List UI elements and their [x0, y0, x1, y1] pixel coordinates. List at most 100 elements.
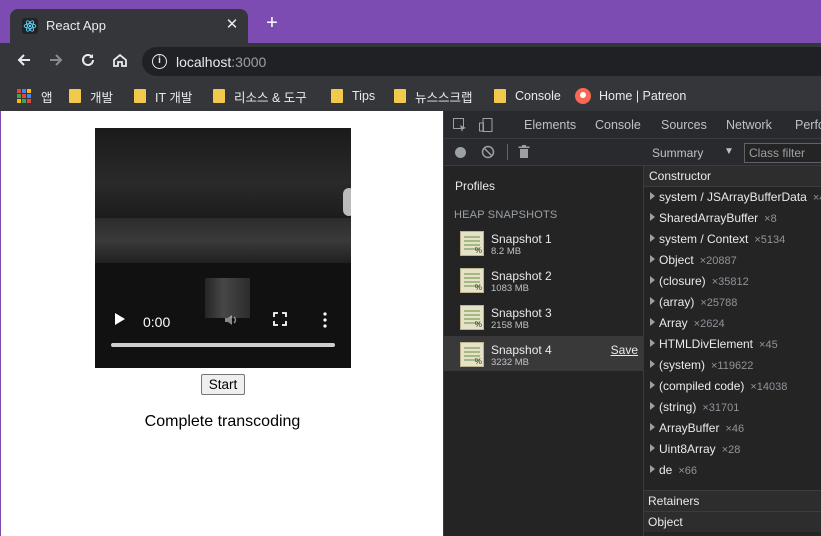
bookmark-folder[interactable]: 리소스 & 도구 — [213, 86, 307, 106]
expand-arrow-icon[interactable] — [650, 192, 655, 200]
constructor-row[interactable]: system / Context ×5134 — [644, 229, 821, 250]
constructor-row[interactable]: de ×66 — [644, 460, 821, 481]
start-button[interactable]: Start — [201, 374, 245, 395]
constructor-row[interactable]: Array ×2624 — [644, 313, 821, 334]
snapshot-icon: % — [460, 342, 484, 367]
expand-arrow-icon[interactable] — [650, 381, 655, 389]
snapshot-icon: % — [460, 305, 484, 330]
constructor-row[interactable]: Object ×20887 — [644, 250, 821, 271]
constructor-name: (system) — [659, 358, 705, 372]
bookmark-folder[interactable]: 개발 — [69, 86, 113, 106]
expand-arrow-icon[interactable] — [650, 465, 655, 473]
profiles-sidebar: Profiles HEAP SNAPSHOTS % Snapshot 1 8.2… — [444, 166, 644, 536]
retainers-header[interactable]: Retainers — [644, 490, 821, 511]
expand-arrow-icon[interactable] — [650, 339, 655, 347]
expand-arrow-icon[interactable] — [650, 444, 655, 452]
expand-arrow-icon[interactable] — [650, 255, 655, 263]
fullscreen-icon[interactable] — [273, 312, 287, 329]
snapshot-item-selected[interactable]: % Snapshot 4 3232 MB Save — [444, 336, 644, 371]
address-bar[interactable]: i localhost:3000 — [142, 47, 821, 76]
constructor-row[interactable]: ArrayBuffer ×46 — [644, 418, 821, 439]
constructor-name: SharedArrayBuffer — [659, 211, 759, 225]
snapshot-size: 2158 MB — [491, 320, 530, 331]
object-column-header[interactable]: Object — [644, 511, 821, 532]
constructor-count: ×5134 — [754, 234, 786, 246]
more-options-icon[interactable] — [322, 312, 328, 331]
constructor-row[interactable]: (compiled code) ×14038 — [644, 376, 821, 397]
play-icon[interactable] — [114, 312, 126, 326]
patreon-icon — [575, 88, 591, 104]
bookmark-folder[interactable]: Console — [494, 86, 561, 106]
forward-arrow-icon[interactable] — [45, 51, 67, 73]
constructor-name: (closure) — [659, 274, 706, 288]
class-filter-input[interactable]: Class filter — [744, 143, 821, 163]
bookmark-folder[interactable]: 뉴스스크랩 — [394, 86, 473, 106]
new-tab-button[interactable]: + — [262, 13, 282, 33]
constructor-count: ×25788 — [700, 297, 738, 309]
constructor-count: ×8 — [764, 213, 777, 225]
tab-performance[interactable]: Perfo — [795, 118, 821, 132]
close-tab-icon[interactable]: ✕ — [224, 17, 240, 33]
trash-icon[interactable] — [518, 145, 530, 164]
tab-sources[interactable]: Sources — [661, 118, 707, 132]
clear-icon[interactable] — [481, 145, 495, 164]
view-select[interactable]: Summary — [652, 146, 703, 160]
constructor-count: ×46 — [725, 423, 745, 435]
home-icon[interactable] — [109, 51, 131, 73]
snapshot-item[interactable]: % Snapshot 3 2158 MB — [444, 299, 644, 334]
video-frame — [95, 128, 351, 218]
expand-arrow-icon[interactable] — [650, 234, 655, 242]
volume-icon[interactable] — [223, 312, 239, 331]
snapshot-size: 8.2 MB — [491, 246, 522, 257]
expand-arrow-icon[interactable] — [650, 423, 655, 431]
constructor-row[interactable]: (string) ×31701 — [644, 397, 821, 418]
constructor-count: ×20887 — [699, 255, 737, 267]
snapshot-item[interactable]: % Snapshot 2 1083 MB — [444, 262, 644, 297]
constructor-row[interactable]: (array) ×25788 — [644, 292, 821, 313]
folder-icon — [69, 89, 81, 103]
folder-icon — [213, 89, 225, 103]
constructor-count: ×2624 — [693, 318, 725, 330]
chevron-down-icon[interactable]: ▼ — [724, 146, 734, 157]
bookmark-folder[interactable]: Tips — [331, 86, 375, 106]
expand-arrow-icon[interactable] — [650, 360, 655, 368]
expand-arrow-icon[interactable] — [650, 318, 655, 326]
snapshot-item[interactable]: % Snapshot 1 8.2 MB — [444, 225, 644, 260]
folder-icon — [394, 89, 406, 103]
video-progress-bar[interactable] — [111, 343, 335, 347]
bookmark-folder[interactable]: IT 개발 — [134, 86, 192, 106]
site-info-icon[interactable]: i — [152, 54, 167, 69]
expand-arrow-icon[interactable] — [650, 402, 655, 410]
constructor-row[interactable]: (system) ×119622 — [644, 355, 821, 376]
snapshot-name: Snapshot 1 — [491, 232, 552, 246]
profiler-toolbar — [444, 139, 644, 166]
tab-network[interactable]: Network — [726, 118, 772, 132]
constructor-name: Uint8Array — [659, 442, 716, 456]
expand-arrow-icon[interactable] — [650, 297, 655, 305]
record-icon[interactable] — [455, 147, 466, 158]
tab-console[interactable]: Console — [595, 118, 641, 132]
bookmarks-bar: 앱 개발 IT 개발 리소스 & 도구 Tips 뉴스스크랩 Console H… — [0, 80, 821, 111]
constructor-row[interactable]: (closure) ×35812 — [644, 271, 821, 292]
constructor-row[interactable]: SharedArrayBuffer ×8 — [644, 208, 821, 229]
device-toolbar-icon[interactable] — [478, 117, 494, 133]
browser-tab[interactable]: React App ✕ — [10, 9, 248, 43]
save-snapshot-link[interactable]: Save — [611, 343, 638, 357]
inspect-element-icon[interactable] — [452, 117, 468, 133]
constructor-row[interactable]: system / JSArrayBufferData ×4 — [644, 187, 821, 208]
tab-elements[interactable]: Elements — [524, 118, 576, 132]
constructor-row[interactable]: Uint8Array ×28 — [644, 439, 821, 460]
browser-window: React App ✕ + i localhost:3000 앱 개발 IT 개… — [0, 0, 821, 536]
snapshot-icon: % — [460, 268, 484, 293]
constructor-row[interactable]: HTMLDivElement ×45 — [644, 334, 821, 355]
expand-arrow-icon[interactable] — [650, 213, 655, 221]
back-arrow-icon[interactable] — [13, 51, 35, 73]
url-text[interactable]: localhost:3000 — [176, 54, 266, 70]
bookmark-patreon[interactable]: Home | Patreon — [575, 86, 686, 106]
video-player[interactable]: 0:00 — [95, 128, 351, 368]
heap-snapshot-view: Summary ▼ Class filter Constructor syste… — [644, 139, 821, 536]
reload-icon[interactable] — [77, 51, 99, 73]
bookmark-apps[interactable]: 앱 — [17, 86, 53, 106]
expand-arrow-icon[interactable] — [650, 276, 655, 284]
constructor-column-header[interactable]: Constructor — [644, 166, 821, 187]
